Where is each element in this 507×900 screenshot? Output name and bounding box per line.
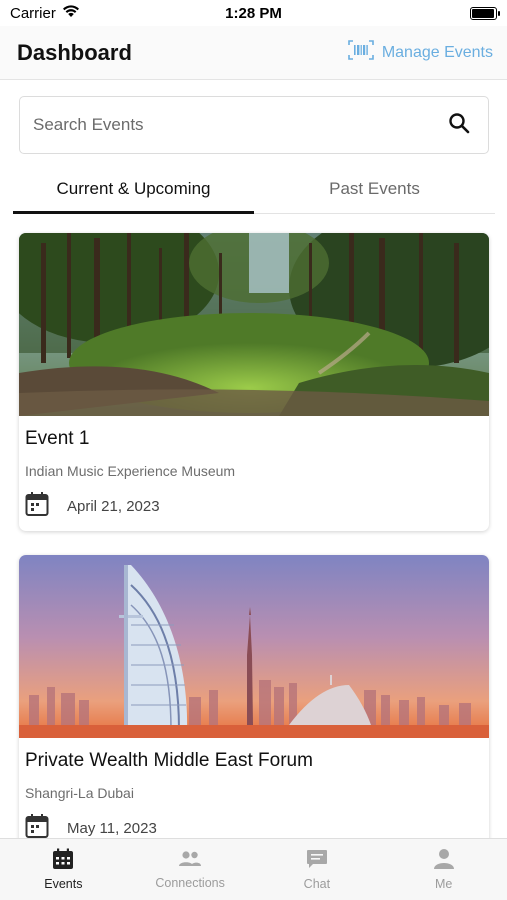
page-title: Dashboard [17, 39, 132, 65]
event-title: Private Wealth Middle East Forum [25, 750, 313, 771]
bottom-tab-bar: Events Connections Chat Me [0, 838, 507, 900]
event-date: April 21, 2023 [67, 498, 160, 515]
app-header: Dashboard Manage Events [0, 26, 507, 80]
tab-current-upcoming[interactable]: Current & Upcoming [13, 164, 254, 214]
event-card[interactable]: Private Wealth Middle East Forum Shangri… [19, 555, 489, 838]
nav-me[interactable]: Me [380, 839, 507, 900]
event-date-row: May 11, 2023 [25, 813, 483, 838]
event-card[interactable]: Event 1 Indian Music Experience Museum A… [19, 233, 489, 531]
event-title: Event 1 [25, 428, 90, 449]
event-date: May 11, 2023 [67, 820, 157, 837]
tab-past-events[interactable]: Past Events [254, 164, 495, 213]
tab-label: Past Events [329, 178, 420, 198]
event-date-row: April 21, 2023 [25, 491, 483, 522]
event-image-forest [19, 233, 489, 416]
nav-label: Events [44, 877, 83, 891]
nav-events[interactable]: Events [0, 839, 127, 900]
manage-events-label: Manage Events [381, 43, 493, 61]
person-icon [433, 848, 455, 873]
event-venue: Shangri-La Dubai [25, 785, 134, 801]
search-bar [19, 96, 489, 154]
battery-fill [472, 8, 494, 18]
event-tabs: Current & Upcoming Past Events [13, 164, 495, 214]
calendar-icon [25, 813, 49, 838]
barcode-scan-icon [348, 40, 374, 65]
status-time: 1:28 PM [225, 4, 282, 22]
calendar-icon [25, 491, 49, 522]
event-image-dubai [19, 555, 489, 738]
battery-icon [470, 6, 500, 20]
event-card-body: Event 1 Indian Music Experience Museum A… [19, 416, 489, 522]
nav-chat[interactable]: Chat [254, 839, 381, 900]
manage-events-button[interactable]: Manage Events [348, 40, 493, 65]
tab-label: Current & Upcoming [56, 178, 211, 198]
status-bar: Carrier 1:28 PM [0, 0, 507, 26]
search-icon[interactable] [448, 112, 470, 139]
chat-bubble-icon [306, 848, 328, 873]
people-icon [178, 849, 202, 872]
event-venue: Indian Music Experience Museum [25, 463, 236, 479]
nav-label: Chat [303, 877, 331, 891]
events-main: Current & Upcoming Past Events [0, 80, 507, 838]
nav-label: Connections [155, 876, 225, 890]
search-input[interactable] [33, 115, 413, 135]
nav-label: Me [434, 877, 453, 891]
nav-connections[interactable]: Connections [127, 839, 254, 900]
calendar-icon [52, 848, 74, 873]
event-card-body: Private Wealth Middle East Forum Shangri… [19, 738, 489, 838]
